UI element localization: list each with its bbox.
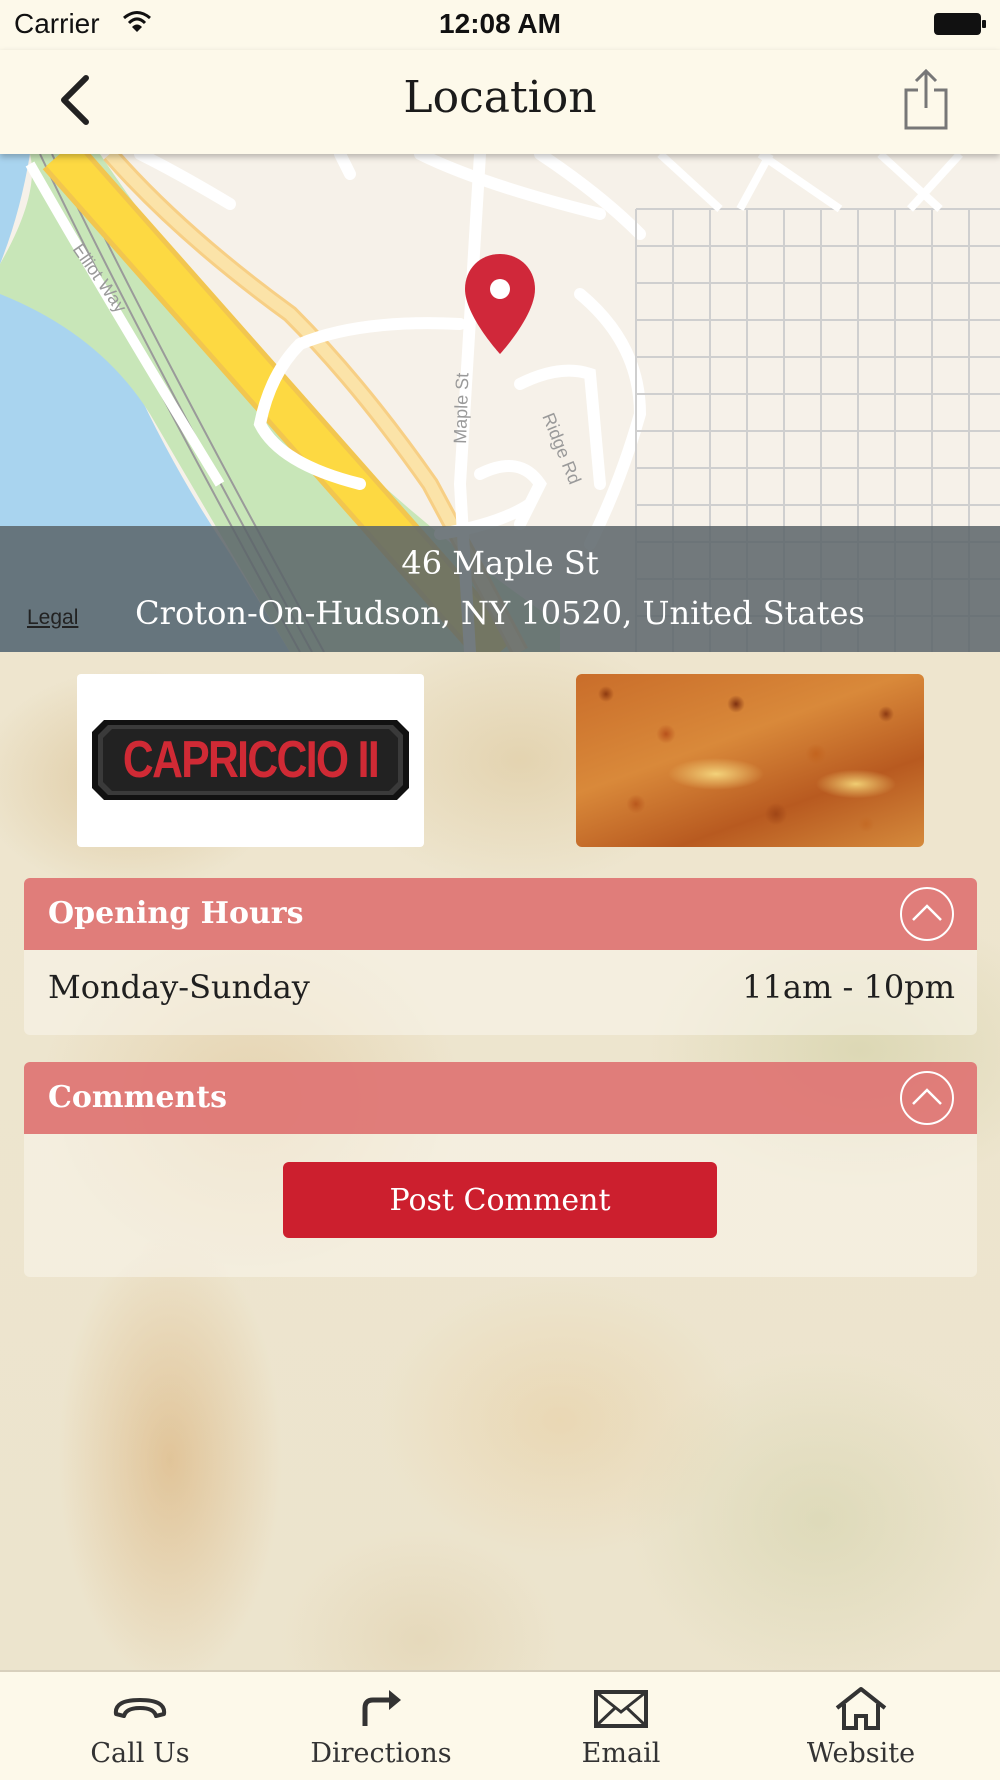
tab-label: Website	[806, 1738, 916, 1769]
tab-directions[interactable]: Directions	[256, 1672, 506, 1780]
street-label-maple-st: Maple St	[450, 372, 472, 444]
street-label-ridge-rd: Ridge Rd	[538, 410, 585, 487]
share-icon[interactable]	[902, 68, 950, 130]
location-map[interactable]: Elliot Way Maple St Ridge Rd 46 Maple St…	[0, 154, 1000, 652]
status-time: 12:08 AM	[439, 8, 561, 39]
tab-website[interactable]: Website	[736, 1672, 986, 1780]
opening-hours-header[interactable]: Opening Hours	[24, 878, 977, 950]
navigation-bar: Location	[0, 50, 1000, 154]
tab-label: Email	[581, 1738, 661, 1769]
comments-panel: Comments Post Comment	[24, 1062, 977, 1277]
opening-hours-panel: Opening Hours Monday-Sunday 11am - 10pm	[24, 878, 977, 1035]
map-pin-icon[interactable]	[465, 254, 535, 354]
address-line-2: Croton-On-Hudson, NY 10520, United State…	[135, 594, 865, 632]
legal-link[interactable]: Legal	[27, 606, 78, 630]
page-title: Location	[403, 72, 597, 123]
comments-header[interactable]: Comments	[24, 1062, 977, 1134]
hours-time: 11am - 10pm	[742, 968, 955, 1006]
logo-text: CAPRICCIO II	[122, 731, 380, 789]
address-line-1: 46 Maple St	[401, 544, 599, 582]
tab-call-us[interactable]: Call Us	[15, 1672, 265, 1780]
tab-email[interactable]: Email	[496, 1672, 746, 1780]
home-icon	[835, 1687, 887, 1730]
tab-label: Call Us	[90, 1738, 190, 1769]
restaurant-logo: CAPRICCIO II	[77, 674, 424, 847]
status-bar: Carrier 12:08 AM	[0, 0, 1000, 50]
directions-icon	[362, 1690, 401, 1726]
phone-icon	[113, 1698, 167, 1718]
battery-icon	[934, 13, 986, 35]
tab-label: Directions	[310, 1738, 452, 1769]
opening-hours-title: Opening Hours	[48, 896, 304, 931]
comments-title: Comments	[48, 1080, 228, 1115]
collapse-chevron-up-icon[interactable]	[899, 886, 955, 942]
hours-day: Monday-Sunday	[48, 968, 310, 1006]
post-comment-button[interactable]: Post Comment	[283, 1162, 717, 1238]
email-icon	[594, 1690, 648, 1728]
food-photo[interactable]	[576, 674, 924, 847]
collapse-chevron-up-icon[interactable]	[899, 1070, 955, 1126]
tab-bar: Call Us Directions Email Website	[0, 1670, 1000, 1780]
